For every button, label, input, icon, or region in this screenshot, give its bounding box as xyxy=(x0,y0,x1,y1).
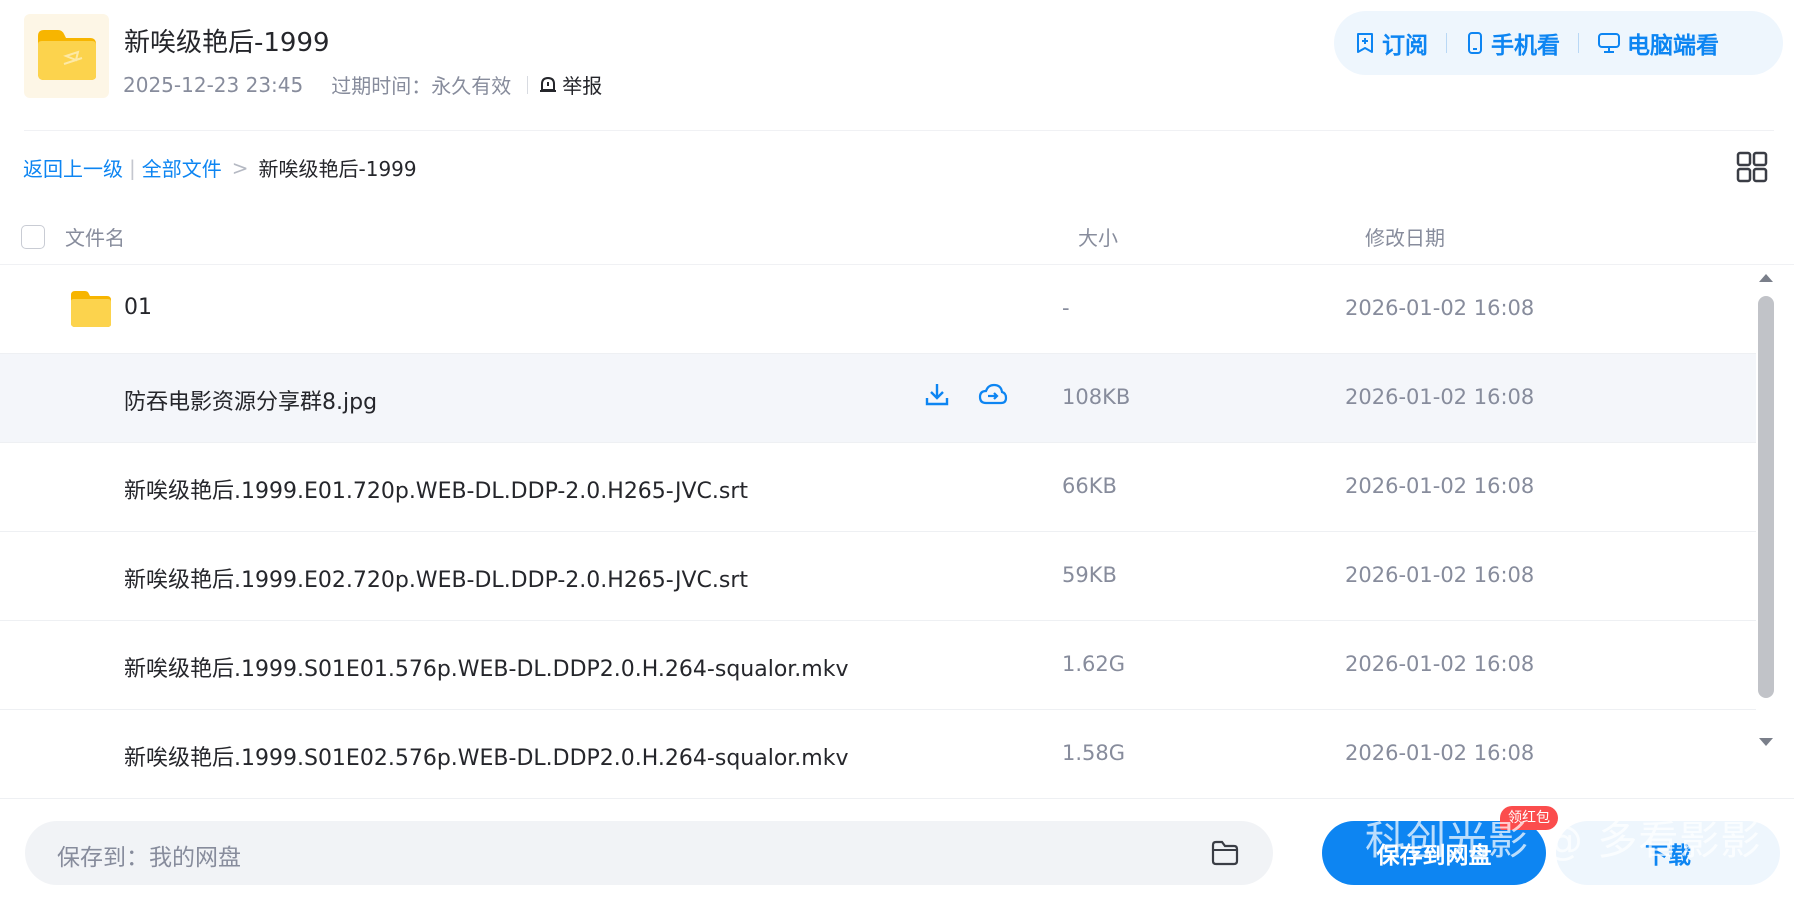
file-date: 2026-01-02 16:08 xyxy=(1345,474,1535,498)
table-row[interactable]: 新唉级艳后.1999.E02.720p.WEB-DL.DDP-2.0.H265-… xyxy=(0,532,1756,621)
phone-icon xyxy=(1468,32,1482,54)
table-header: 文件名 大小 修改日期 xyxy=(0,214,1794,264)
file-size: - xyxy=(1062,296,1070,320)
scrollbar-thumb[interactable] xyxy=(1758,296,1774,698)
save-path-label: 保存到：我的网盘 xyxy=(57,845,241,871)
file-name[interactable]: 新唉级艳后.1999.S01E01.576p.WEB-DL.DDP2.0.H.2… xyxy=(124,651,849,683)
folder-outline-icon xyxy=(1211,840,1239,866)
view-actions-bar: 订阅 手机看 电脑端看 xyxy=(1334,11,1783,75)
file-size: 1.58G xyxy=(1062,741,1126,765)
share-header: 新唉级艳后-1999 2025-12-23 23:45 过期时间：永久有效 举报… xyxy=(0,0,1794,130)
file-name[interactable]: 新唉级艳后.1999.E01.720p.WEB-DL.DDP-2.0.H265-… xyxy=(124,473,748,505)
subscribe-plus-icon xyxy=(1357,33,1373,53)
share-expire-time: 过期时间：永久有效 xyxy=(331,74,512,98)
file-name[interactable]: 新唉级艳后.1999.S01E02.576p.WEB-DL.DDP2.0.H.2… xyxy=(124,740,849,772)
file-name[interactable]: 防吞电影资源分享群8.jpg xyxy=(124,384,377,416)
scroll-up-arrow[interactable] xyxy=(1759,274,1773,282)
file-date: 2026-01-02 16:08 xyxy=(1345,385,1535,409)
download-icon xyxy=(925,384,949,406)
header-divider xyxy=(24,130,1774,131)
subscribe-button[interactable]: 订阅 xyxy=(1354,26,1428,60)
file-size: 1.62G xyxy=(1062,652,1126,676)
column-header-name[interactable]: 文件名 xyxy=(65,222,125,251)
file-size: 66KB xyxy=(1062,474,1117,498)
download-button[interactable]: 下载 xyxy=(1556,821,1780,885)
grid-view-icon xyxy=(1736,151,1768,183)
file-date: 2026-01-02 16:08 xyxy=(1345,296,1535,320)
file-date: 2026-01-02 16:08 xyxy=(1345,741,1535,765)
desktop-view-label: 电脑端看 xyxy=(1627,33,1719,59)
action-divider xyxy=(1578,33,1579,53)
file-name[interactable]: 新唉级艳后.1999.E02.720p.WEB-DL.DDP-2.0.H265-… xyxy=(124,562,748,594)
footer-divider xyxy=(0,798,1794,799)
subscribe-label: 订阅 xyxy=(1382,33,1428,59)
report-link[interactable]: 举报 xyxy=(538,70,602,99)
breadcrumb-arrow: > xyxy=(231,155,249,180)
meta-divider xyxy=(527,75,529,94)
action-divider xyxy=(1446,33,1447,53)
mobile-view-label: 手机看 xyxy=(1491,33,1560,59)
table-row[interactable]: 防吞电影资源分享群8.jpg 108KB 2026-01-02 16:08 xyxy=(0,354,1756,443)
desktop-view-button[interactable]: 电脑端看 xyxy=(1597,26,1719,60)
view-toggle-button[interactable] xyxy=(1736,151,1768,183)
table-row[interactable]: 新唉级艳后.1999.S01E01.576p.WEB-DL.DDP2.0.H.2… xyxy=(0,621,1756,710)
save-path-selector[interactable]: 保存到：我的网盘 xyxy=(25,821,1273,885)
table-row[interactable]: 新唉级艳后.1999.S01E02.576p.WEB-DL.DDP2.0.H.2… xyxy=(0,710,1756,798)
file-size: 108KB xyxy=(1062,385,1131,409)
choose-folder-button[interactable] xyxy=(1211,840,1239,870)
folder-icon xyxy=(71,291,111,327)
share-folder-thumbnail xyxy=(24,14,109,98)
column-header-size[interactable]: 大小 xyxy=(1078,222,1118,251)
back-link[interactable]: 返回上一级 xyxy=(23,153,123,182)
save-to-cloud-button[interactable]: 保存到网盘 xyxy=(1322,821,1546,885)
mobile-view-button[interactable]: 手机看 xyxy=(1465,26,1560,60)
table-row[interactable]: 01 - 2026-01-02 16:08 xyxy=(0,265,1756,354)
all-files-link[interactable]: 全部文件 xyxy=(142,153,222,182)
file-date: 2026-01-02 16:08 xyxy=(1345,563,1535,587)
select-all-checkbox[interactable] xyxy=(21,225,45,249)
share-created-time: 2025-12-23 23:45 xyxy=(123,72,304,97)
share-title: 新唉级艳后-1999 xyxy=(124,28,330,58)
file-size: 59KB xyxy=(1062,563,1117,587)
column-header-date[interactable]: 修改日期 xyxy=(1365,222,1445,251)
cloud-save-icon xyxy=(978,383,1008,405)
share-meta: 2025-12-23 23:45 过期时间：永久有效 举报 xyxy=(123,70,602,99)
row-save-button[interactable] xyxy=(978,380,1008,410)
table-row[interactable]: 新唉级艳后.1999.E01.720p.WEB-DL.DDP-2.0.H265-… xyxy=(0,443,1756,532)
file-name[interactable]: 01 xyxy=(124,295,152,320)
row-download-button[interactable] xyxy=(922,380,952,410)
file-date: 2026-01-02 16:08 xyxy=(1345,652,1535,676)
scroll-down-arrow[interactable] xyxy=(1759,738,1773,746)
breadcrumb-divider: | xyxy=(129,155,136,180)
folder-icon xyxy=(38,30,96,80)
alarm-icon xyxy=(540,76,557,92)
current-folder: 新唉级艳后-1999 xyxy=(258,157,417,181)
monitor-icon xyxy=(1598,33,1620,53)
breadcrumb: 返回上一级 | 全部文件 > 新唉级艳后-1999 xyxy=(23,153,417,182)
file-list: 01 - 2026-01-02 16:08 防吞电影资源分享群8.jpg 108… xyxy=(0,265,1756,798)
red-packet-badge[interactable]: 领红包 xyxy=(1500,806,1558,830)
report-label: 举报 xyxy=(562,74,603,98)
